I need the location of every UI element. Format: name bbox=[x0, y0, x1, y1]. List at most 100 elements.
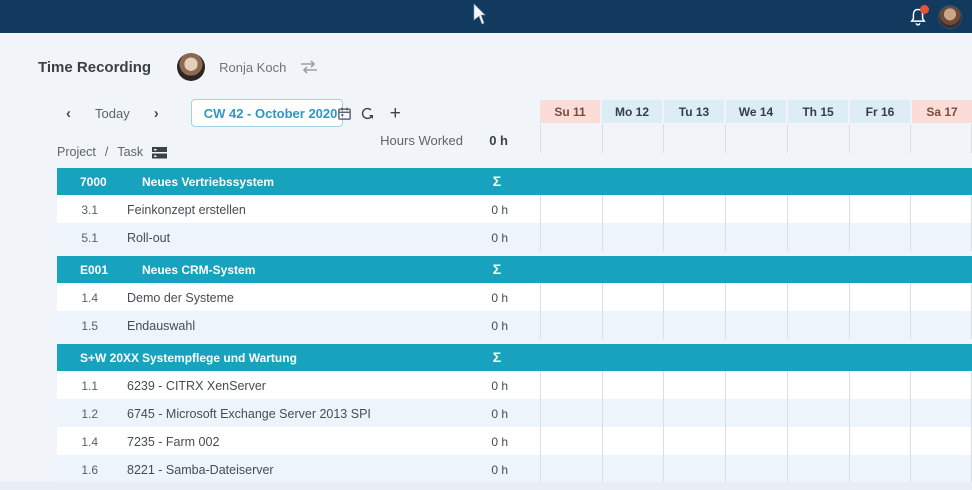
topbar-user-avatar[interactable] bbox=[938, 5, 962, 29]
day-entry-cell[interactable] bbox=[849, 283, 911, 311]
day-header-mo-12[interactable]: Mo 12 bbox=[602, 100, 662, 123]
task-row[interactable]: 5.1Roll-out0 h bbox=[57, 223, 972, 251]
day-entry-cell[interactable] bbox=[725, 223, 787, 251]
day-entry-cell[interactable] bbox=[849, 455, 911, 483]
project-header-row[interactable]: E001Neues CRM-SystemΣ bbox=[57, 256, 972, 283]
day-entry-cell[interactable] bbox=[910, 371, 972, 399]
day-entry-cell[interactable] bbox=[540, 195, 602, 223]
day-entry-cell[interactable] bbox=[663, 371, 725, 399]
day-entry-cell[interactable] bbox=[663, 427, 725, 455]
day-entry-cell[interactable] bbox=[540, 455, 602, 483]
day-entry-cell[interactable] bbox=[849, 311, 911, 339]
day-entry-cell[interactable] bbox=[849, 399, 911, 427]
task-row[interactable]: 1.4Demo der Systeme0 h bbox=[57, 283, 972, 311]
day-entry-cell[interactable] bbox=[910, 399, 972, 427]
day-entry-cell[interactable] bbox=[910, 195, 972, 223]
day-entry-cell[interactable] bbox=[910, 311, 972, 339]
refresh-icon[interactable] bbox=[359, 105, 376, 122]
day-entry-cell[interactable] bbox=[849, 371, 911, 399]
day-entry-cell[interactable] bbox=[910, 455, 972, 483]
day-entry-cell[interactable] bbox=[725, 399, 787, 427]
task-number: 1.4 bbox=[57, 435, 98, 449]
day-entry-cell[interactable] bbox=[540, 311, 602, 339]
day-entry-cell[interactable] bbox=[849, 195, 911, 223]
day-entry-cell[interactable] bbox=[602, 455, 664, 483]
project-header-row[interactable]: S+W 20XXSystempflege und WartungΣ bbox=[57, 344, 972, 371]
day-entry-cell[interactable] bbox=[540, 283, 602, 311]
main-content: Time Recording Ronja Koch ‹ Today › CW 4… bbox=[0, 33, 972, 490]
task-hours-total: 0 h bbox=[491, 435, 508, 449]
day-entry-cell[interactable] bbox=[663, 311, 725, 339]
project-code: 7000 bbox=[80, 175, 107, 189]
project-header-row[interactable]: 7000Neues VertriebssystemΣ bbox=[57, 168, 972, 195]
task-number: 1.4 bbox=[57, 291, 98, 305]
day-entry-cell[interactable] bbox=[602, 223, 664, 251]
day-entry-cell[interactable] bbox=[910, 283, 972, 311]
day-entry-cell[interactable] bbox=[787, 427, 849, 455]
calendar-icon bbox=[337, 106, 352, 121]
day-entry-cell[interactable] bbox=[787, 399, 849, 427]
day-entry-cell[interactable] bbox=[725, 427, 787, 455]
day-entry-cell[interactable] bbox=[663, 455, 725, 483]
day-entry-cell[interactable] bbox=[602, 371, 664, 399]
row-density-icon[interactable] bbox=[152, 146, 167, 159]
today-button[interactable]: Today bbox=[77, 106, 148, 121]
day-entry-cell[interactable] bbox=[787, 283, 849, 311]
task-row[interactable]: 3.1Feinkonzept erstellen0 h bbox=[57, 195, 972, 223]
day-header-sa-17[interactable]: Sa 17 bbox=[912, 100, 972, 123]
notification-bell-icon[interactable] bbox=[908, 7, 928, 27]
day-header-tu-13[interactable]: Tu 13 bbox=[664, 100, 724, 123]
day-entry-cell[interactable] bbox=[849, 427, 911, 455]
task-hours-total: 0 h bbox=[491, 319, 508, 333]
day-entry-cell[interactable] bbox=[663, 399, 725, 427]
day-entry-cell[interactable] bbox=[602, 195, 664, 223]
next-week-button[interactable]: › bbox=[148, 105, 165, 122]
day-entry-cell[interactable] bbox=[602, 311, 664, 339]
task-row[interactable]: 1.47235 - Farm 0020 h bbox=[57, 427, 972, 455]
time-recording-table: 7000Neues VertriebssystemΣ3.1Feinkonzept… bbox=[57, 168, 972, 483]
day-entry-cell[interactable] bbox=[725, 455, 787, 483]
day-entry-cell[interactable] bbox=[787, 371, 849, 399]
day-entry-cell[interactable] bbox=[787, 311, 849, 339]
day-entry-cell[interactable] bbox=[602, 399, 664, 427]
day-entry-cell[interactable] bbox=[787, 223, 849, 251]
task-row[interactable]: 1.26745 - Microsoft Exchange Server 2013… bbox=[57, 399, 972, 427]
day-header-we-14[interactable]: We 14 bbox=[726, 100, 786, 123]
task-hours-total: 0 h bbox=[491, 379, 508, 393]
task-row[interactable]: 1.16239 - CITRX XenServer0 h bbox=[57, 371, 972, 399]
day-entry-cell[interactable] bbox=[663, 223, 725, 251]
day-entry-cell[interactable] bbox=[849, 223, 911, 251]
day-entry-cell[interactable] bbox=[787, 195, 849, 223]
switch-user-icon[interactable] bbox=[300, 60, 318, 74]
day-entry-cell[interactable] bbox=[725, 195, 787, 223]
day-header-th-15[interactable]: Th 15 bbox=[788, 100, 848, 123]
day-entry-cell[interactable] bbox=[540, 223, 602, 251]
add-row-button[interactable]: + bbox=[390, 104, 401, 123]
task-hours-total: 0 h bbox=[491, 203, 508, 217]
day-entry-cell[interactable] bbox=[725, 311, 787, 339]
sum-symbol: Σ bbox=[477, 173, 517, 189]
day-entry-cell[interactable] bbox=[910, 427, 972, 455]
day-entry-cell[interactable] bbox=[663, 195, 725, 223]
project-label: Project bbox=[57, 145, 96, 159]
day-entry-cell[interactable] bbox=[602, 427, 664, 455]
calendar-week-picker[interactable]: CW 42 - October 2020 bbox=[191, 99, 343, 127]
day-entry-cell[interactable] bbox=[725, 371, 787, 399]
employee-avatar[interactable] bbox=[177, 53, 205, 81]
day-entry-cell[interactable] bbox=[540, 371, 602, 399]
task-hours-total: 0 h bbox=[491, 291, 508, 305]
day-entry-cell[interactable] bbox=[910, 223, 972, 251]
day-entry-cell[interactable] bbox=[540, 399, 602, 427]
project-name: Systempflege und Wartung bbox=[142, 351, 297, 365]
day-header-fr-16[interactable]: Fr 16 bbox=[850, 100, 910, 123]
day-header-su-11[interactable]: Su 11 bbox=[540, 100, 600, 123]
day-entry-cell[interactable] bbox=[540, 427, 602, 455]
task-hours-total: 0 h bbox=[491, 463, 508, 477]
day-entry-cell[interactable] bbox=[787, 455, 849, 483]
task-row[interactable]: 1.5Endauswahl0 h bbox=[57, 311, 972, 339]
task-row[interactable]: 1.68221 - Samba-Dateiserver0 h bbox=[57, 455, 972, 483]
day-entry-cell[interactable] bbox=[725, 283, 787, 311]
day-entry-cell[interactable] bbox=[602, 283, 664, 311]
prev-week-button[interactable]: ‹ bbox=[60, 105, 77, 122]
day-entry-cell[interactable] bbox=[663, 283, 725, 311]
